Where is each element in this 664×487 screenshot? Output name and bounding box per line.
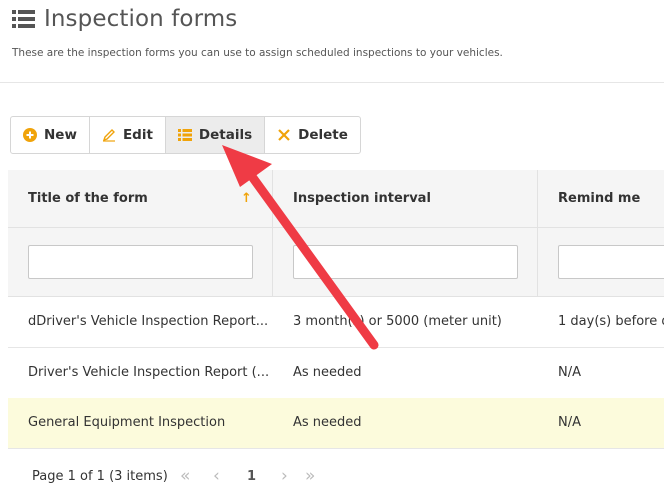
grid-header-row: Title of the form ↑ Inspection interval …: [8, 170, 664, 228]
current-page-number[interactable]: 1: [247, 469, 256, 484]
page-title: Inspection forms: [44, 6, 238, 32]
column-divider: [272, 170, 273, 296]
pager-summary: Page 1 of 1 (3 items): [32, 469, 168, 484]
cell-interval: As needed: [293, 415, 362, 430]
table-row[interactable]: dDriver's Vehicle Inspection Report... 3…: [8, 297, 664, 348]
cell-remind: 1 day(s) before du: [558, 314, 664, 329]
cell-title: General Equipment Inspection: [28, 415, 226, 430]
column-header-interval[interactable]: Inspection interval: [293, 191, 431, 206]
delete-button-label: Delete: [298, 127, 348, 143]
filter-remind-input[interactable]: [558, 245, 664, 279]
sort-ascending-icon[interactable]: ↑: [241, 191, 252, 206]
prev-page-icon[interactable]: ‹: [213, 466, 220, 486]
page-header: Inspection forms These are the inspectio…: [0, 0, 664, 83]
cell-remind: N/A: [558, 365, 581, 380]
title-row: Inspection forms: [12, 6, 237, 32]
details-button-label: Details: [198, 127, 253, 143]
first-page-icon[interactable]: «: [180, 466, 190, 486]
next-page-icon[interactable]: ›: [281, 466, 288, 486]
column-header-title[interactable]: Title of the form: [28, 191, 148, 206]
cell-title: Driver's Vehicle Inspection Report (...: [28, 365, 270, 380]
column-divider: [537, 170, 538, 296]
list-icon: [177, 129, 192, 141]
delete-button[interactable]: Delete: [265, 117, 360, 153]
filter-interval-input[interactable]: [293, 245, 518, 279]
cell-interval: As needed: [293, 365, 362, 380]
plus-circle-icon: [23, 128, 37, 142]
edit-button[interactable]: Edit: [90, 117, 166, 153]
x-icon: [278, 129, 290, 141]
table-row[interactable]: Driver's Vehicle Inspection Report (... …: [8, 348, 664, 399]
details-button[interactable]: Details: [165, 117, 266, 153]
cell-remind: N/A: [558, 415, 581, 430]
edit-button-label: Edit: [122, 127, 153, 143]
filter-title-input[interactable]: [28, 245, 253, 279]
cell-interval: 3 month(s) or 5000 (meter unit): [293, 314, 502, 329]
last-page-icon[interactable]: »: [305, 466, 315, 486]
cell-title: dDriver's Vehicle Inspection Report...: [28, 314, 269, 329]
column-header-remind[interactable]: Remind me: [558, 191, 640, 206]
new-button[interactable]: New: [11, 117, 90, 153]
pencil-icon: [102, 129, 115, 142]
new-button-label: New: [44, 127, 77, 143]
table-row-selected[interactable]: General Equipment Inspection As needed N…: [8, 398, 664, 449]
toolbar: New Edit Details Delete: [10, 116, 361, 154]
page-subtitle: These are the inspection forms you can u…: [12, 47, 503, 59]
list-icon: [12, 10, 35, 28]
